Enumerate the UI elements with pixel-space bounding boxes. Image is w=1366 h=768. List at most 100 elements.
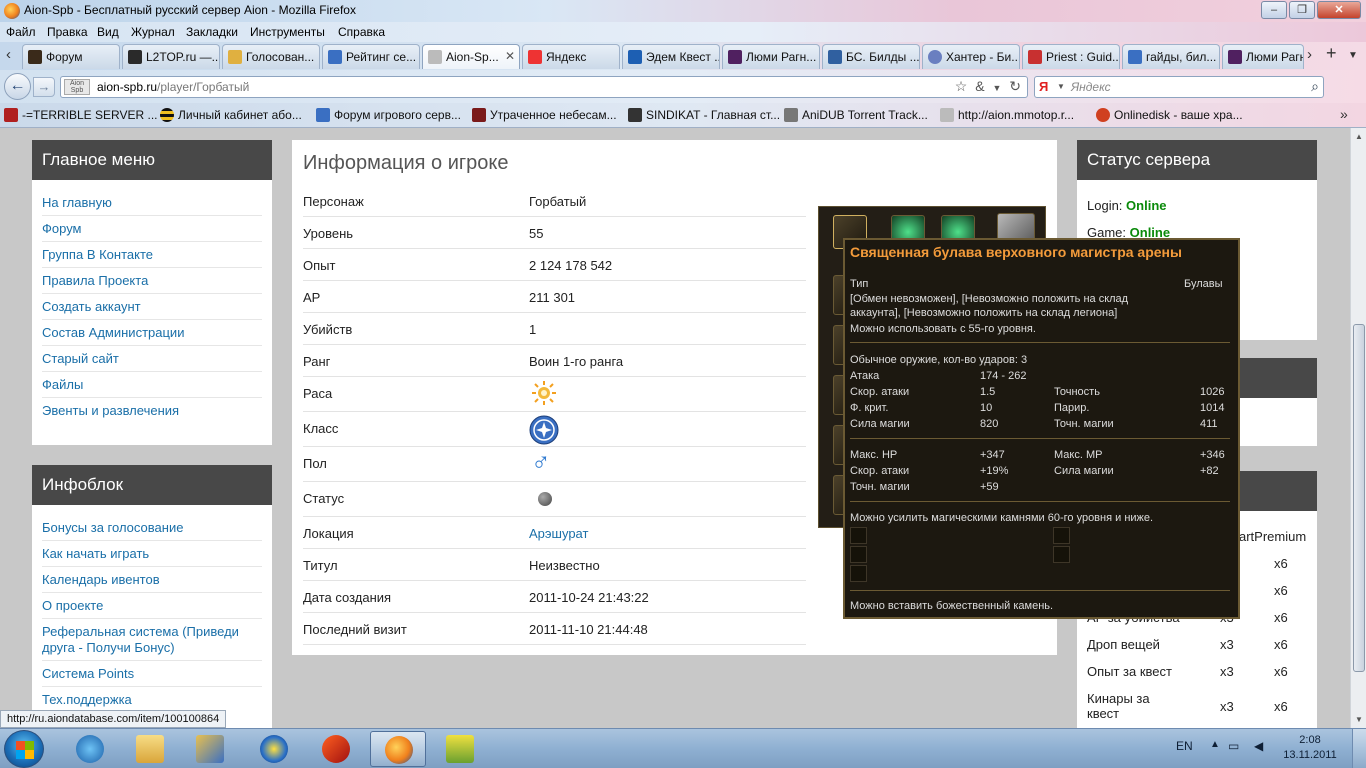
tray-expand-icon[interactable]: ▲ bbox=[1210, 739, 1220, 750]
tab-yandex[interactable]: Яндекс bbox=[522, 44, 620, 69]
tab-vote[interactable]: Голосован... bbox=[222, 44, 320, 69]
tab-hunter[interactable]: Хантер - Би... bbox=[922, 44, 1020, 69]
menu-edit[interactable]: Правка bbox=[47, 25, 88, 39]
tab-scroll-left-icon[interactable]: ‹ bbox=[6, 46, 11, 63]
tab-rating[interactable]: Рейтинг се... bbox=[322, 44, 420, 69]
scroll-up-icon[interactable]: ▲ bbox=[1355, 132, 1363, 141]
server-status-title: Статус сервера bbox=[1077, 140, 1317, 180]
menu-history[interactable]: Журнал bbox=[131, 25, 175, 39]
bookmark-star-icon[interactable]: ☆ bbox=[955, 78, 968, 94]
tab-scroll-right-icon[interactable]: › bbox=[1307, 46, 1312, 63]
menu-bookmarks[interactable]: Закладки bbox=[186, 25, 238, 39]
login-value: Online bbox=[1126, 198, 1167, 213]
rate-row: Дроп вещей x3 x6 bbox=[1087, 637, 1307, 652]
bookmarks-overflow-icon[interactable]: » bbox=[1340, 106, 1348, 122]
site-identity-icon[interactable]: Aion Spb bbox=[64, 79, 90, 95]
info-link-event-calendar[interactable]: Календарь ивентов bbox=[42, 566, 262, 592]
info-link-support[interactable]: Тех.поддержка bbox=[42, 686, 262, 712]
tab-list-icon[interactable]: ▼ bbox=[1348, 50, 1358, 61]
info-value: Горбатый bbox=[529, 194, 587, 209]
bookmarks-bar: -=TERRIBLE SERVER ... Личный кабинет або… bbox=[0, 103, 1366, 128]
maximize-button[interactable]: ❐ bbox=[1289, 1, 1315, 19]
start-button[interactable] bbox=[4, 730, 44, 768]
close-tab-icon[interactable]: ✕ bbox=[505, 49, 515, 63]
menu-link-home[interactable]: На главную bbox=[42, 190, 262, 215]
tab-forum[interactable]: Форум bbox=[22, 44, 120, 69]
taskbar-app-3[interactable] bbox=[182, 731, 238, 767]
url-text[interactable]: aion-spb.ru/player/Горбатый bbox=[97, 80, 249, 94]
window-titlebar: Aion-Spb - Бесплатный русский сервер Aio… bbox=[0, 0, 1366, 22]
menu-link-admins[interactable]: Состав Администрации bbox=[42, 319, 262, 345]
bookmark-item[interactable]: Утраченное небесам... bbox=[472, 108, 617, 122]
page-scrollbar[interactable]: ▲ ▼ bbox=[1350, 128, 1366, 728]
scroll-down-icon[interactable]: ▼ bbox=[1355, 715, 1363, 724]
taskbar-game[interactable] bbox=[432, 731, 488, 767]
rate-label: Дроп вещей bbox=[1087, 637, 1160, 652]
yandex-icon[interactable]: Я bbox=[1039, 79, 1048, 94]
info-row-title: Титул Неизвестно bbox=[303, 549, 806, 581]
close-button[interactable]: ✕ bbox=[1317, 1, 1361, 19]
bookmark-item[interactable]: Личный кабинет або... bbox=[160, 108, 302, 122]
menu-file[interactable]: Файл bbox=[6, 25, 36, 39]
menu-link-forum[interactable]: Форум bbox=[42, 215, 262, 241]
manastone-info: Можно усилить магическими камнями 60-го … bbox=[850, 512, 1154, 524]
info-link-referral[interactable]: Реферальная система (Приведи друга - Пол… bbox=[42, 618, 262, 660]
ampersand-icon[interactable]: & bbox=[975, 78, 984, 94]
tab-priest[interactable]: Priest : Guid... bbox=[1022, 44, 1120, 69]
stat-value: 174 - 262 bbox=[980, 370, 1027, 382]
info-link-how-to-start[interactable]: Как начать играть bbox=[42, 540, 262, 566]
tab-guides[interactable]: гайды, бил... bbox=[1122, 44, 1220, 69]
bookmark-item[interactable]: -=TERRIBLE SERVER ... bbox=[4, 108, 158, 122]
show-desktop-button[interactable] bbox=[1352, 729, 1366, 768]
menu-link-rules[interactable]: Правила Проекта bbox=[42, 267, 262, 293]
bookmark-item[interactable]: http://aion.mmotop.r... bbox=[940, 108, 1074, 122]
menu-link-files[interactable]: Файлы bbox=[42, 371, 262, 397]
back-button[interactable]: ← bbox=[4, 73, 31, 100]
reload-icon[interactable]: ↻ bbox=[1009, 78, 1021, 94]
minimize-button[interactable]: – bbox=[1261, 1, 1287, 19]
menu-link-create-account[interactable]: Создать аккаунт bbox=[42, 293, 262, 319]
dropdown-icon[interactable]: ▼ bbox=[992, 83, 1001, 93]
tab-bs-builds[interactable]: БС. Билды ... bbox=[822, 44, 920, 69]
info-key: Персонаж bbox=[303, 194, 364, 209]
bookmark-item[interactable]: Onlinedisk - ваше хра... bbox=[1096, 108, 1243, 122]
volume-icon[interactable]: ◀ bbox=[1254, 739, 1263, 753]
infoblock-title: Инфоблок bbox=[32, 465, 272, 505]
taskbar-explorer[interactable] bbox=[122, 731, 178, 767]
address-bar[interactable]: Aion Spb aion-spb.ru/player/Горбатый ☆ &… bbox=[60, 76, 1028, 98]
info-link-about[interactable]: О проекте bbox=[42, 592, 262, 618]
search-bar[interactable]: Я ▼ Яндекс ⌕ bbox=[1034, 76, 1324, 98]
taskbar-ie[interactable] bbox=[62, 731, 118, 767]
menu-link-events[interactable]: Эвенты и развлечения bbox=[42, 397, 262, 423]
bookmark-item[interactable]: SINDIKAT - Главная ст... bbox=[628, 108, 780, 122]
tab-eden-quest[interactable]: Эдем Квест ... bbox=[622, 44, 720, 69]
menu-link-vk-group[interactable]: Группа В Контакте bbox=[42, 241, 262, 267]
tab-lumi-2[interactable]: Люми Рагн... bbox=[1222, 44, 1304, 69]
rate-normal: x3 bbox=[1220, 699, 1234, 714]
menu-view[interactable]: Вид bbox=[97, 25, 119, 39]
bookmark-item[interactable]: Форум игрового серв... bbox=[316, 108, 461, 122]
search-engine-dropdown-icon[interactable]: ▼ bbox=[1057, 82, 1065, 91]
menu-tools[interactable]: Инструменты bbox=[250, 25, 325, 39]
taskbar-clock[interactable]: 2:08 13.11.2011 bbox=[1280, 733, 1340, 763]
stat-label: Парир. bbox=[1054, 402, 1090, 414]
menu-link-old-site[interactable]: Старый сайт bbox=[42, 345, 262, 371]
taskbar-firefox[interactable] bbox=[370, 731, 426, 767]
menu-help[interactable]: Справка bbox=[338, 25, 385, 39]
tab-aion-spb[interactable]: Aion-Sp... ✕ bbox=[422, 44, 520, 69]
scrollbar-thumb[interactable] bbox=[1353, 324, 1365, 672]
network-icon[interactable]: ▭ bbox=[1228, 739, 1239, 753]
tab-l2top[interactable]: L2TOP.ru —... bbox=[122, 44, 220, 69]
taskbar-app-4[interactable] bbox=[246, 731, 302, 767]
location-link[interactable]: Арэшурат bbox=[529, 526, 588, 541]
info-link-points[interactable]: Система Points bbox=[42, 660, 262, 686]
language-indicator[interactable]: EN bbox=[1176, 739, 1193, 753]
search-icon[interactable]: ⌕ bbox=[1311, 78, 1319, 95]
info-link-vote-bonus[interactable]: Бонусы за голосование bbox=[42, 515, 262, 540]
taskbar-app-5[interactable] bbox=[308, 731, 364, 767]
forward-button[interactable]: → bbox=[33, 77, 55, 97]
new-tab-icon[interactable]: + bbox=[1326, 43, 1337, 64]
tab-lumi-1[interactable]: Люми Рагн... bbox=[722, 44, 820, 69]
bookmark-favicon-icon bbox=[628, 108, 642, 122]
bookmark-item[interactable]: AniDUB Torrent Track... bbox=[784, 108, 928, 122]
